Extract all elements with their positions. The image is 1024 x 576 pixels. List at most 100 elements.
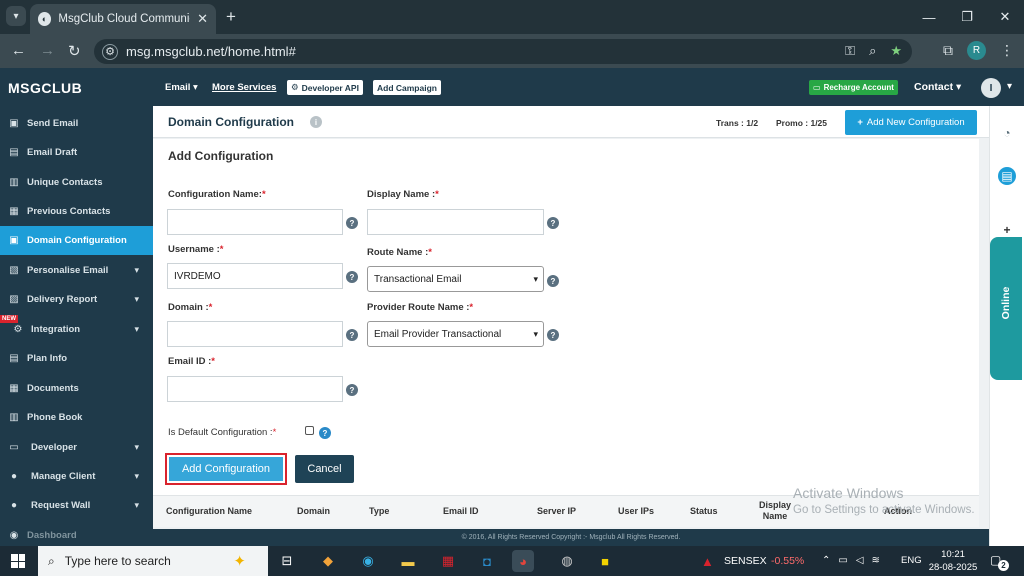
password-key-icon[interactable]: ⚿ (845, 43, 855, 59)
chrome-icon[interactable]: ◕ (512, 550, 534, 572)
favicon-icon: ◐ (38, 12, 52, 26)
sidebar-item-personalise-email[interactable]: ▧ Personalise Email ▾ (0, 256, 153, 285)
sticky-notes-icon[interactable]: ■ (594, 550, 616, 572)
username-input[interactable]: IVRDEMO (167, 263, 343, 289)
browser-menu-icon[interactable]: ⋮ (1000, 42, 1014, 59)
sidebar-item-phone-book[interactable]: ▥ Phone Book (0, 403, 153, 432)
bookmark-star-icon[interactable]: ★ (890, 43, 902, 59)
col-server-ip[interactable]: Server IP (537, 506, 576, 516)
email-id-input[interactable] (167, 376, 343, 402)
help-icon[interactable]: ? (319, 427, 331, 439)
minimize-icon[interactable]: — (910, 0, 948, 34)
headset-icon[interactable]: ◔ (998, 124, 1016, 142)
col-display-name[interactable]: Display Name (755, 500, 795, 522)
sidebar-item-plan-info[interactable]: ▤ Plan Info (0, 344, 153, 373)
sidebar-item-developer[interactable]: ▭ Developer ▾ (0, 433, 153, 462)
site-info-icon[interactable]: ⚙ (102, 43, 118, 60)
file-explorer-icon[interactable]: ▬ (397, 550, 419, 572)
profile-avatar[interactable]: R (967, 41, 986, 60)
new-tab-icon[interactable]: + (226, 7, 236, 27)
col-status[interactable]: Status (690, 506, 718, 516)
more-services-link[interactable]: More Services (212, 82, 276, 93)
help-icon[interactable]: ? (346, 217, 358, 229)
display-icon[interactable]: ▭ (838, 555, 847, 566)
extensions-icon[interactable]: ⧉ (943, 42, 953, 59)
sidebar-item-manage-client[interactable]: ● Manage Client ▾ (0, 462, 153, 491)
browser-tab[interactable]: ◐ MsgClub Cloud Communication ✕ (30, 4, 216, 34)
taskbar-clock[interactable]: 10:21 28-08-2025 (928, 548, 978, 574)
help-icon[interactable]: ? (346, 329, 358, 341)
config-name-input[interactable] (167, 209, 343, 235)
col-user-ips[interactable]: User IPs (618, 506, 654, 516)
default-config-checkbox[interactable] (305, 426, 314, 435)
sidebar-item-label: Integration (31, 324, 81, 335)
back-icon[interactable]: ← (11, 42, 26, 59)
provider-route-select[interactable]: Email Provider Transactional ▾ (367, 321, 544, 347)
volume-icon[interactable]: ◁ (856, 555, 864, 566)
chevron-down-icon: ▾ (533, 328, 538, 339)
edge-icon[interactable]: ◉ (357, 550, 379, 572)
zoom-icon[interactable]: ⌕ (869, 43, 876, 59)
email-menu[interactable]: Email ▾ (165, 82, 198, 93)
col-type[interactable]: Type (369, 506, 389, 516)
task-view-icon[interactable]: ⊟ (276, 550, 298, 572)
app-icon[interactable]: ◍ (556, 550, 578, 572)
cancel-button[interactable]: Cancel (295, 455, 354, 483)
activate-windows-title: Activate Windows (793, 485, 904, 501)
add-configuration-button[interactable]: Add Configuration (165, 453, 287, 485)
sidebar-item-dashboard[interactable]: ◉ Dashboard (0, 521, 153, 546)
sidebar-item-label: Unique Contacts (27, 177, 103, 188)
provider-route-label: Provider Route Name :* (367, 302, 473, 313)
route-name-select[interactable]: Transactional Email ▾ (367, 266, 544, 292)
reload-icon[interactable]: ↻ (68, 42, 81, 60)
recharge-label: Recharge Account (823, 83, 894, 92)
online-chat-tab[interactable]: Online (990, 237, 1022, 380)
add-campaign-button[interactable]: Add Campaign (373, 80, 441, 95)
sidebar-item-domain-configuration[interactable]: ▣ Domain Configuration (0, 226, 153, 255)
sidebar-item-previous-contacts[interactable]: ▦ Previous Contacts (0, 197, 153, 226)
windows-start-icon[interactable] (11, 554, 25, 568)
sidebar-item-integration[interactable]: ⚙ Integration ▾ (0, 315, 153, 344)
forward-icon[interactable]: → (40, 42, 55, 59)
help-icon[interactable]: ? (547, 329, 559, 341)
document-icon[interactable]: ▤ (998, 167, 1016, 185)
col-email-id[interactable]: Email ID (443, 506, 479, 516)
language-indicator[interactable]: ENG (901, 555, 922, 566)
store-icon[interactable]: ▦ (437, 550, 459, 572)
tab-search-button[interactable]: ▾ (6, 6, 26, 26)
domain-input[interactable] (167, 321, 343, 347)
col-domain[interactable]: Domain (297, 506, 330, 516)
contact-menu[interactable]: Contact ▾ (914, 81, 961, 93)
display-name-input[interactable] (367, 209, 544, 235)
chevron-up-icon[interactable]: ⌃ (822, 555, 830, 566)
sensex-label[interactable]: SENSEX (724, 555, 767, 567)
sidebar-item-documents[interactable]: ▦ Documents (0, 374, 153, 403)
user-avatar[interactable]: I (981, 78, 1001, 98)
close-icon[interactable]: ✕ (197, 11, 208, 27)
developer-api-button[interactable]: ⚙ Developer API (287, 80, 363, 95)
window-close-icon[interactable]: ✕ (986, 0, 1024, 34)
brand-logo[interactable]: MSGCLUB (8, 80, 82, 96)
col-configuration-name[interactable]: Configuration Name (166, 506, 252, 516)
help-icon[interactable]: ? (547, 275, 559, 287)
chevron-down-icon[interactable]: ▾ (1007, 81, 1012, 92)
info-icon[interactable]: i (310, 116, 322, 128)
taskbar-search[interactable]: ⌕ Type here to search ✦ (38, 546, 268, 576)
sidebar-item-request-wall[interactable]: ● Request Wall ▾ (0, 491, 153, 520)
add-new-label: Add New Configuration (866, 117, 965, 128)
address-bar[interactable]: ⚙ msg.msgclub.net/home.html# ⚿ ⌕ ★ (94, 39, 912, 64)
sidebar-item-unique-contacts[interactable]: ▥ Unique Contacts (0, 168, 153, 197)
recharge-account-button[interactable]: ▭ Recharge Account (809, 80, 898, 95)
sidebar-item-send-email[interactable]: ▣ Send Email (0, 109, 153, 138)
copilot-icon[interactable]: ◆ (317, 550, 339, 572)
outlook-icon[interactable]: ◘ (476, 550, 498, 572)
help-icon[interactable]: ? (346, 271, 358, 283)
route-name-label: Route Name :* (367, 247, 432, 258)
restore-icon[interactable]: ❐ (948, 0, 986, 34)
help-icon[interactable]: ? (547, 217, 559, 229)
sidebar-item-delivery-report[interactable]: ▨ Delivery Report ▾ (0, 285, 153, 314)
add-new-configuration-button[interactable]: + Add New Configuration (845, 110, 977, 135)
wifi-icon[interactable]: ≋ (872, 555, 880, 566)
sidebar-item-email-draft[interactable]: ▤ Email Draft (0, 138, 153, 167)
help-icon[interactable]: ? (346, 384, 358, 396)
